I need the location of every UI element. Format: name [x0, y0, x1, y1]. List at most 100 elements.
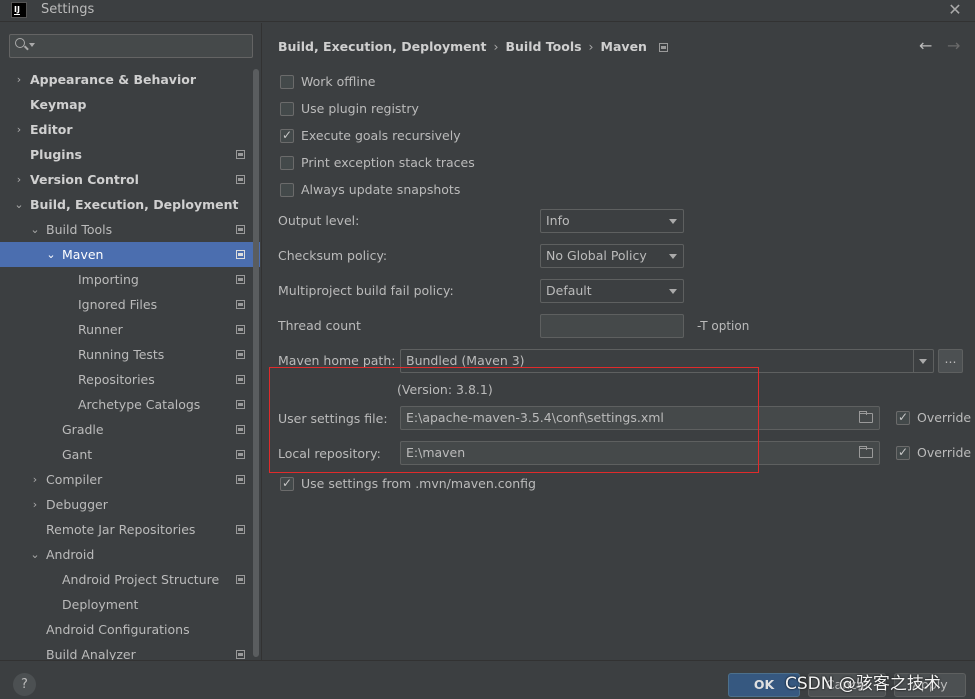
tree-item-archetype-catalogs[interactable]: Archetype Catalogs: [0, 392, 260, 417]
folder-icon[interactable]: [859, 446, 873, 458]
checkbox-box[interactable]: [896, 445, 910, 460]
project-level-icon: [236, 525, 245, 534]
tree-item-label: Importing: [78, 272, 139, 287]
checkbox-box[interactable]: [280, 75, 294, 89]
window-title: Settings: [41, 2, 95, 17]
checkbox-label: Override: [917, 410, 972, 425]
tree-item-gradle[interactable]: Gradle: [0, 417, 260, 442]
tree-item-compiler[interactable]: › Compiler: [0, 467, 260, 492]
search-history-chevron-icon[interactable]: [29, 43, 35, 47]
project-level-icon: [236, 325, 245, 334]
project-level-icon: [236, 450, 245, 459]
tree-item-running-tests[interactable]: Running Tests: [0, 342, 260, 367]
tree-item-label: Build, Execution, Deployment: [30, 197, 239, 212]
tree-item-appearance-behavior[interactable]: › Appearance & Behavior: [0, 67, 260, 92]
checkbox-label: Always update snapshots: [301, 182, 461, 197]
tree-item-android[interactable]: ⌄ Android: [0, 542, 260, 567]
checkbox-box[interactable]: [280, 156, 294, 170]
tree-item-label: Maven: [62, 247, 104, 262]
folder-icon[interactable]: [859, 411, 873, 423]
checkbox-label: Print exception stack traces: [301, 155, 475, 170]
chevron-right-icon[interactable]: ›: [14, 67, 24, 92]
highlight-annotation-box: [269, 367, 759, 473]
back-arrow-icon[interactable]: ←: [919, 36, 932, 55]
chevron-down-icon[interactable]: ⌄: [46, 242, 56, 267]
output-level-value: Info: [546, 213, 570, 228]
csdn-watermark: CSDN @骇客之技术: [785, 674, 941, 694]
checkbox-box[interactable]: [280, 183, 294, 197]
dropdown-button[interactable]: [913, 350, 933, 372]
output-level-select[interactable]: Info: [540, 209, 684, 233]
tree-item-label: Keymap: [30, 97, 87, 112]
tree-item-plugins[interactable]: Plugins: [0, 142, 260, 167]
fail-policy-label: Multiproject build fail policy:: [278, 283, 454, 298]
project-level-icon: [236, 300, 245, 309]
tree-item-ignored-files[interactable]: Ignored Files: [0, 292, 260, 317]
checkbox-box[interactable]: [896, 410, 910, 425]
tree-item-editor[interactable]: › Editor: [0, 117, 260, 142]
forward-arrow-icon[interactable]: →: [947, 36, 960, 55]
output-level-label: Output level:: [278, 213, 360, 228]
tree-item-build-tools[interactable]: ⌄ Build Tools: [0, 217, 260, 242]
tree-item-maven[interactable]: ⌄ Maven: [0, 242, 260, 267]
close-window-button[interactable]: ✕: [945, 0, 965, 20]
chevron-down-icon[interactable]: ⌄: [14, 192, 24, 217]
checksum-policy-select[interactable]: No Global Policy: [540, 244, 684, 268]
tree-item-label: Runner: [78, 322, 123, 337]
project-level-icon: [236, 400, 245, 409]
checksum-policy-value: No Global Policy: [546, 248, 647, 263]
settings-tree: › Appearance & Behavior Keymap › Editor …: [0, 67, 260, 667]
browse-maven-home-button[interactable]: ...: [938, 349, 963, 373]
tree-item-label: Gradle: [62, 422, 104, 437]
tree-item-android-configurations[interactable]: Android Configurations: [0, 617, 260, 642]
chevron-down-icon[interactable]: ⌄: [30, 217, 40, 242]
tree-item-android-project-structure[interactable]: Android Project Structure: [0, 567, 260, 592]
chevron-down-icon[interactable]: ⌄: [30, 542, 40, 567]
fail-policy-select[interactable]: Default: [540, 279, 684, 303]
checkbox-label: Work offline: [301, 74, 376, 89]
tree-item-gant[interactable]: Gant: [0, 442, 260, 467]
tree-item-importing[interactable]: Importing: [0, 267, 260, 292]
project-level-icon: [236, 475, 245, 484]
checkbox-label: Use settings from .mvn/maven.config: [301, 476, 536, 491]
tree-item-label: Compiler: [46, 472, 103, 487]
checkbox-box[interactable]: [280, 102, 294, 116]
project-level-icon: [236, 150, 245, 159]
chevron-right-icon[interactable]: ›: [14, 167, 24, 192]
help-button[interactable]: ?: [13, 673, 36, 696]
breadcrumb-item[interactable]: Build Tools: [505, 39, 581, 54]
thread-count-input[interactable]: [540, 314, 684, 338]
project-level-icon: [236, 650, 245, 659]
checkbox-box[interactable]: [280, 128, 294, 143]
fail-policy-value: Default: [546, 283, 592, 298]
tree-item-label: Plugins: [30, 147, 82, 162]
chevron-right-icon[interactable]: ›: [30, 467, 40, 492]
settings-search-input[interactable]: [9, 34, 253, 58]
dropdown-arrow-icon: [669, 254, 677, 259]
tree-item-deployment[interactable]: Deployment: [0, 592, 260, 617]
breadcrumb-item: Maven: [600, 39, 647, 54]
tree-item-build-execution-deployment[interactable]: ⌄ Build, Execution, Deployment: [0, 192, 260, 217]
project-level-icon: [236, 275, 245, 284]
project-level-icon: [236, 350, 245, 359]
sidebar-scrollbar[interactable]: [253, 69, 259, 657]
tree-item-version-control[interactable]: › Version Control: [0, 167, 260, 192]
thread-count-label: Thread count: [278, 318, 361, 333]
tree-item-runner[interactable]: Runner: [0, 317, 260, 342]
breadcrumb-item[interactable]: Build, Execution, Deployment: [278, 39, 486, 54]
tree-item-label: Android Configurations: [46, 622, 190, 637]
breadcrumb-separator: ›: [493, 39, 499, 54]
dialog-button-bar: ? OK Cancel Apply CSDN @骇客之技术: [0, 660, 975, 699]
maven-settings-panel: Build, Execution, Deployment › Build Tools…: [263, 23, 975, 660]
dropdown-arrow-icon: [919, 359, 927, 364]
tree-item-repositories[interactable]: Repositories: [0, 367, 260, 392]
checksum-policy-label: Checksum policy:: [278, 248, 388, 263]
maven-home-value: Bundled (Maven 3): [406, 353, 525, 368]
chevron-right-icon[interactable]: ›: [14, 117, 24, 142]
tree-item-remote-jar-repositories[interactable]: Remote Jar Repositories: [0, 517, 260, 542]
checkbox-box[interactable]: [280, 476, 294, 491]
tree-item-keymap[interactable]: Keymap: [0, 92, 260, 117]
chevron-right-icon[interactable]: ›: [30, 492, 40, 517]
tree-item-debugger[interactable]: › Debugger: [0, 492, 260, 517]
tree-item-label: Remote Jar Repositories: [46, 522, 196, 537]
